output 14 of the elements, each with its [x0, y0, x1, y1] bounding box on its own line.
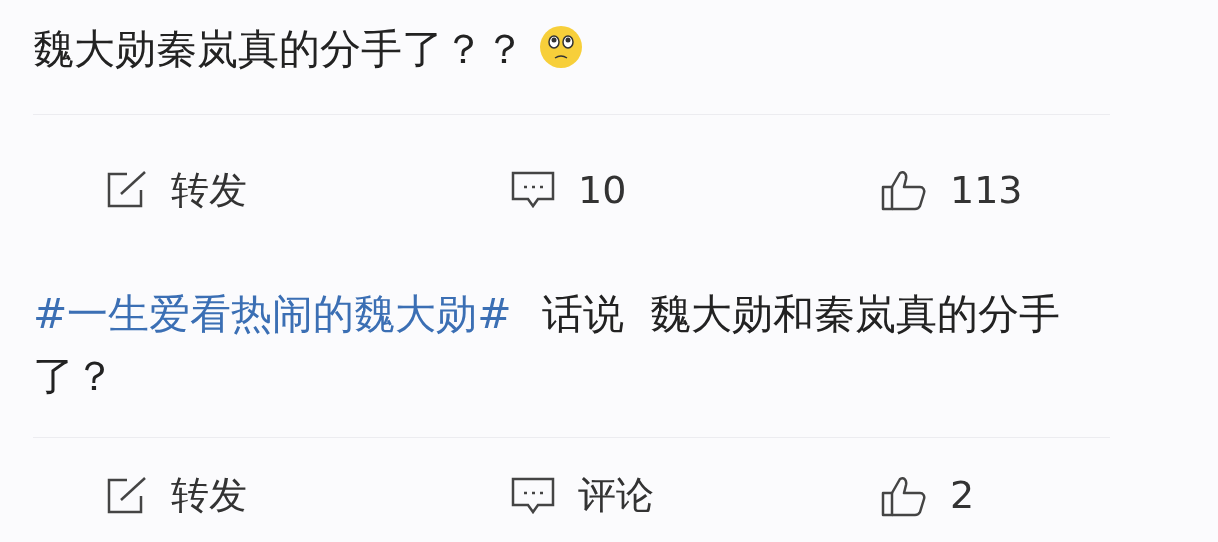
thumbs-up-icon [880, 474, 928, 517]
hashtag-link[interactable]: #一生爱看热闹的魏大勋# [33, 290, 512, 338]
post-text: 魏大勋秦岚真的分手了？？ [33, 25, 525, 73]
thumbs-up-icon [880, 169, 928, 211]
post-text: #一生爱看热闹的魏大勋# 话说 魏大勋和秦岚真的分手了？ [33, 290, 1060, 400]
repost-button[interactable]: 转发 [105, 467, 510, 524]
comment-button[interactable]: 评论 [510, 467, 880, 524]
like-button[interactable]: 113 [880, 161, 1218, 219]
like-button[interactable]: 2 [880, 467, 1218, 524]
comment-button[interactable]: 10 [510, 161, 880, 219]
comment-icon [510, 170, 556, 210]
comment-icon [510, 475, 556, 516]
repost-button[interactable]: 转发 [105, 161, 510, 219]
worried-face-icon [539, 25, 583, 69]
